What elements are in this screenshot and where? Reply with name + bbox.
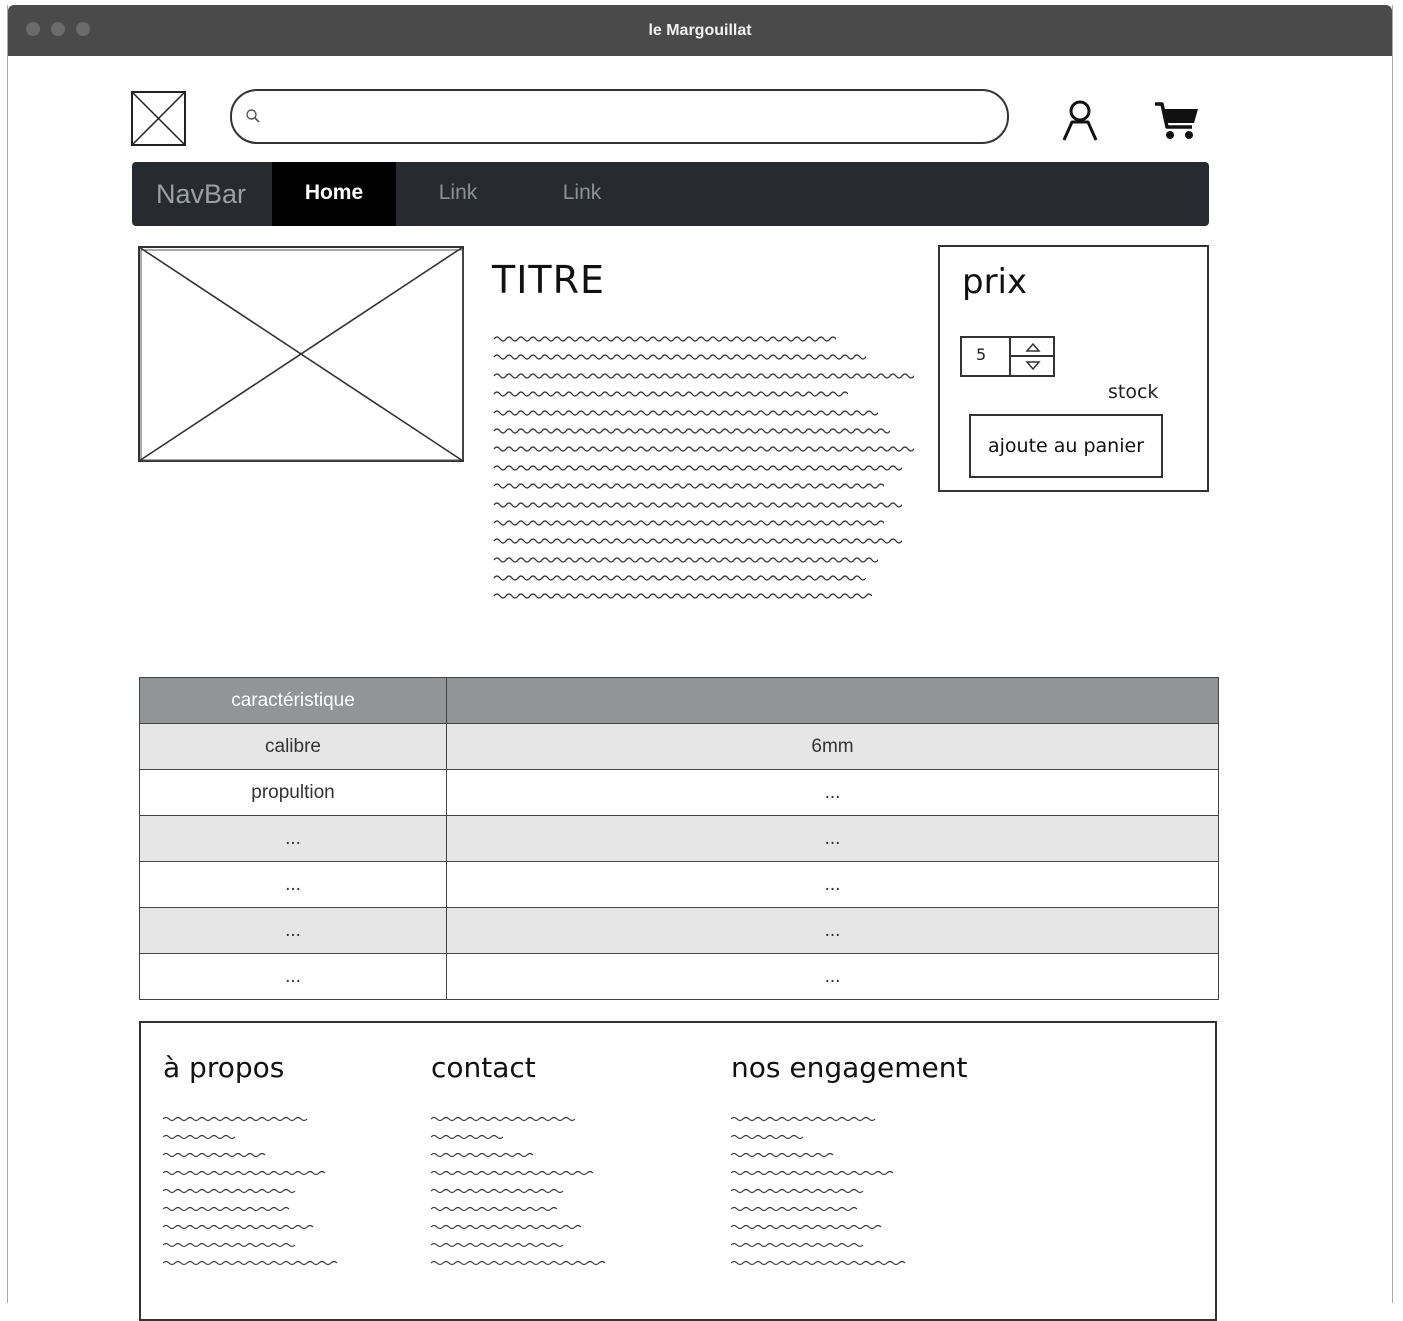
table-row: ... ... — [139, 953, 1219, 1000]
table-header-row: caractéristique — [139, 677, 1219, 724]
cart-icon[interactable] — [1154, 100, 1200, 147]
navbar: NavBar Home Link Link — [132, 162, 1209, 226]
table-cell: ... — [139, 815, 447, 862]
logo-placeholder[interactable] — [131, 91, 186, 146]
table-cell: 6mm — [446, 723, 1219, 770]
table-cell: ... — [446, 769, 1219, 816]
window-title: le Margouillat — [648, 22, 752, 39]
table-cell: ... — [139, 907, 447, 954]
user-icon[interactable] — [1060, 98, 1100, 147]
footer-about-text-placeholder — [162, 1109, 363, 1284]
product-description-placeholder — [492, 328, 922, 604]
table-cell: ... — [446, 861, 1219, 908]
product-title: TITRE — [492, 258, 606, 302]
table-cell: calibre — [139, 723, 447, 770]
search-icon — [245, 108, 261, 129]
table-cell: ... — [446, 907, 1219, 954]
title-bar: le Margouillat — [8, 5, 1392, 56]
table-row: ... ... — [139, 815, 1219, 862]
add-to-cart-button[interactable]: ajoute au panier — [969, 414, 1163, 478]
image-placeholder-icon — [132, 92, 185, 145]
nav-link-home[interactable]: Home — [272, 162, 396, 226]
table-row: ... ... — [139, 907, 1219, 954]
search-bar[interactable] — [230, 89, 1009, 144]
stock-label: stock — [1108, 381, 1159, 403]
specs-table: caractéristique calibre 6mm propultion .… — [139, 677, 1219, 1000]
footer-contact-text-placeholder — [430, 1109, 631, 1284]
decrement-arrow-icon[interactable] — [1025, 359, 1041, 377]
footer: à propos contact nos engagement — [139, 1021, 1217, 1321]
footer-heading-about: à propos — [163, 1051, 285, 1084]
quantity-value[interactable]: 5 — [976, 345, 986, 364]
table-cell: ... — [139, 861, 447, 908]
nav-link-1[interactable]: Link — [396, 162, 520, 226]
table-row: propultion ... — [139, 769, 1219, 816]
table-row: ... ... — [139, 861, 1219, 908]
footer-commitments-text-placeholder — [730, 1109, 931, 1284]
footer-heading-commitments: nos engagement — [731, 1051, 968, 1084]
table-row: calibre 6mm — [139, 723, 1219, 770]
table-cell: propultion — [139, 769, 447, 816]
footer-heading-contact: contact — [431, 1051, 536, 1084]
table-header-cell — [446, 677, 1219, 724]
table-cell: ... — [446, 815, 1219, 862]
table-cell: ... — [139, 953, 447, 1000]
search-input[interactable] — [272, 99, 996, 135]
navbar-brand[interactable]: NavBar — [156, 162, 246, 226]
quantity-stepper[interactable]: 5 — [960, 336, 1055, 377]
nav-link-2[interactable]: Link — [520, 162, 644, 226]
quantity-spinner — [1009, 338, 1055, 375]
table-header-cell: caractéristique — [139, 677, 447, 724]
product-image-placeholder — [137, 245, 467, 470]
image-placeholder-icon — [138, 246, 464, 462]
table-cell: ... — [446, 953, 1219, 1000]
price-label: prix — [962, 262, 1028, 302]
